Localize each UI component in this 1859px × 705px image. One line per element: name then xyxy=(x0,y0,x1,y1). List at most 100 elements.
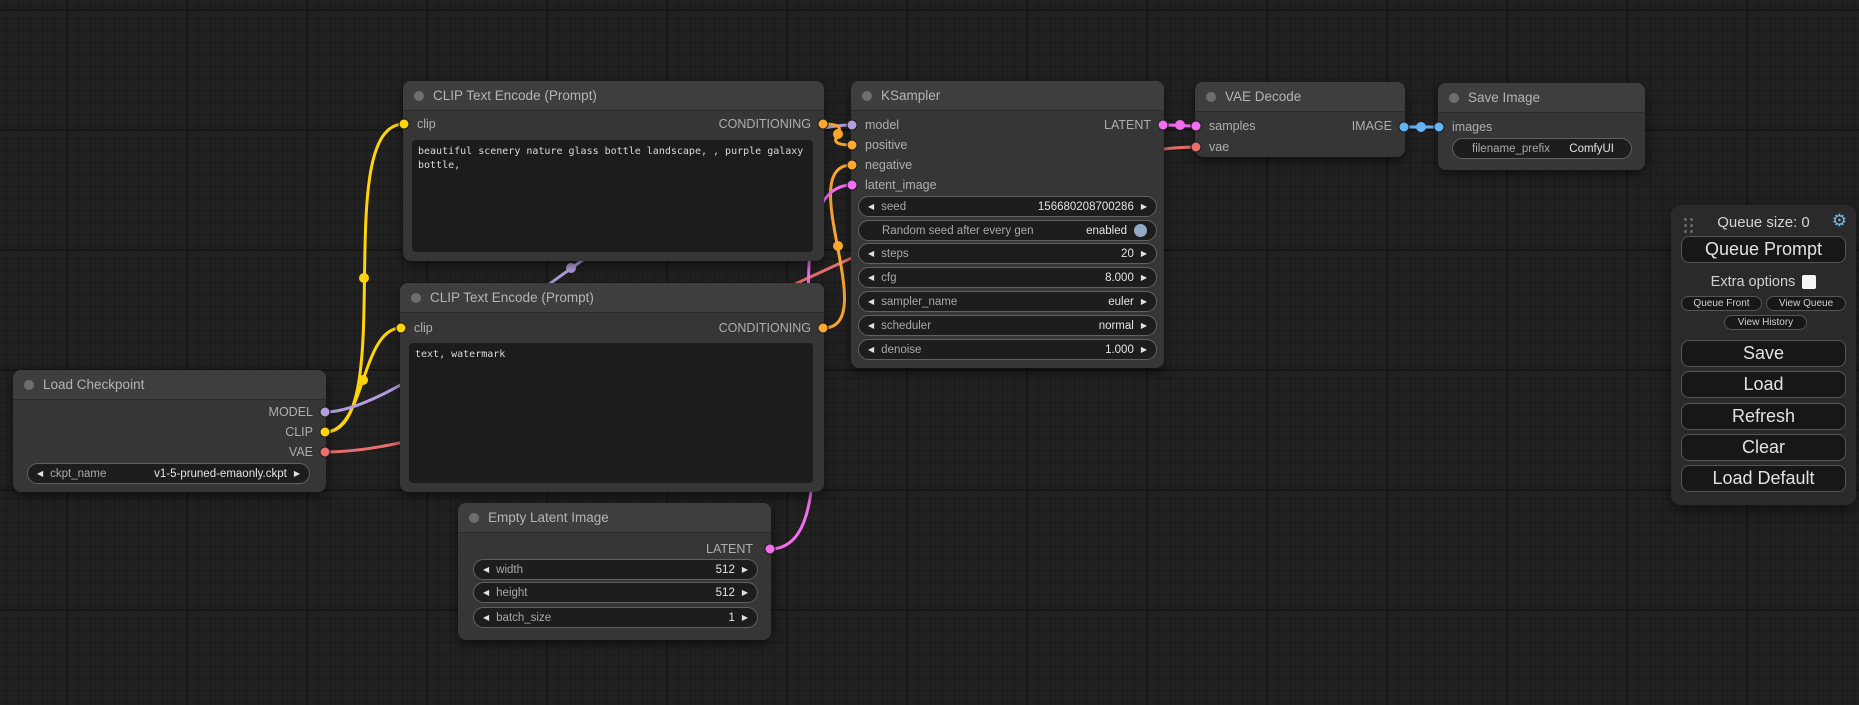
settings-gear-icon[interactable]: ⚙ xyxy=(1832,211,1847,231)
widget-value: enabled xyxy=(1086,225,1127,237)
output-slot-latent: LATENT xyxy=(458,539,753,559)
widget-label: seed xyxy=(881,201,906,213)
link-midpoint-dot xyxy=(1416,122,1426,132)
toggle-knob-icon[interactable] xyxy=(1134,224,1147,237)
widget-label: steps xyxy=(881,248,909,260)
node-save-image[interactable]: Save Image images filename_prefix ComfyU… xyxy=(1438,83,1645,170)
node-title: CLIP Text Encode (Prompt) xyxy=(430,290,594,305)
node-title-bar[interactable]: CLIP Text Encode (Prompt) xyxy=(400,283,824,313)
slot-label: LATENT xyxy=(1104,118,1151,132)
refresh-button[interactable]: Refresh xyxy=(1681,403,1846,430)
increment-arrow-icon[interactable]: ▶ xyxy=(742,566,748,574)
widget-value: v1-5-pruned-emaonly.ckpt xyxy=(154,468,287,480)
decrement-arrow-icon[interactable]: ◀ xyxy=(483,589,489,597)
scheduler-widget[interactable]: ◀ scheduler normal ▶ xyxy=(858,315,1157,336)
batch-size-widget[interactable]: ◀ batch_size 1 ▶ xyxy=(473,607,758,628)
output-slot-conditioning: CONDITIONING xyxy=(403,114,811,134)
slot-label: CONDITIONING xyxy=(719,321,811,335)
increment-arrow-icon[interactable]: ▶ xyxy=(1141,322,1147,330)
queue-menu-panel: Queue size: 0 ⚙ Queue Prompt Extra optio… xyxy=(1671,205,1856,505)
widget-value: 512 xyxy=(716,564,735,576)
view-history-button[interactable]: View History xyxy=(1724,315,1807,330)
widget-value: 1 xyxy=(728,612,734,624)
widget-value: 20 xyxy=(1121,248,1134,260)
node-title-bar[interactable]: VAE Decode xyxy=(1195,82,1405,112)
increment-arrow-icon[interactable]: ▶ xyxy=(742,589,748,597)
decrement-arrow-icon[interactable]: ◀ xyxy=(868,322,874,330)
increment-arrow-icon[interactable]: ▶ xyxy=(1141,250,1147,258)
widget-label: scheduler xyxy=(881,320,931,332)
node-title-bar[interactable]: Save Image xyxy=(1438,83,1645,113)
sampler-name-widget[interactable]: ◀ sampler_name euler ▶ xyxy=(858,291,1157,312)
height-widget[interactable]: ◀ height 512 ▶ xyxy=(473,582,758,603)
widget-value: 8.000 xyxy=(1105,272,1134,284)
view-queue-button[interactable]: View Queue xyxy=(1766,296,1846,311)
slot-label: LATENT xyxy=(706,542,753,556)
positive-prompt-textarea[interactable]: beautiful scenery nature glass bottle la… xyxy=(412,140,813,252)
input-slot-positive: positive xyxy=(865,135,907,155)
collapse-dot-icon[interactable] xyxy=(1206,92,1216,102)
random-seed-toggle-widget[interactable]: Random seed after every gen enabled xyxy=(858,220,1157,241)
decrement-arrow-icon[interactable]: ◀ xyxy=(483,566,489,574)
node-title: CLIP Text Encode (Prompt) xyxy=(433,88,597,103)
negative-prompt-textarea[interactable]: text, watermark xyxy=(409,343,813,483)
load-default-button[interactable]: Load Default xyxy=(1681,465,1846,492)
decrement-arrow-icon[interactable]: ◀ xyxy=(483,614,489,622)
clear-button[interactable]: Clear xyxy=(1681,434,1846,461)
decrement-arrow-icon[interactable]: ◀ xyxy=(868,203,874,211)
node-title: Load Checkpoint xyxy=(43,377,144,392)
queue-prompt-button[interactable]: Queue Prompt xyxy=(1681,236,1846,263)
node-title-bar[interactable]: CLIP Text Encode (Prompt) xyxy=(403,81,824,111)
collapse-dot-icon[interactable] xyxy=(469,513,479,523)
increment-arrow-icon[interactable]: ▶ xyxy=(294,470,300,478)
collapse-dot-icon[interactable] xyxy=(1449,93,1459,103)
node-empty-latent-image[interactable]: Empty Latent Image LATENT ◀ width 512 ▶ … xyxy=(458,503,771,640)
widget-value: 156680208700286 xyxy=(1038,201,1134,213)
decrement-arrow-icon[interactable]: ◀ xyxy=(868,250,874,258)
slot-label: vae xyxy=(1209,140,1229,154)
widget-label: sampler_name xyxy=(881,296,957,308)
denoise-widget[interactable]: ◀ denoise 1.000 ▶ xyxy=(858,339,1157,360)
node-vae-decode[interactable]: VAE Decode samples IMAGE vae xyxy=(1195,82,1405,157)
node-graph-canvas[interactable]: { "colors": { "model": "#b39ddb", "clip"… xyxy=(0,0,1859,705)
increment-arrow-icon[interactable]: ▶ xyxy=(1141,298,1147,306)
decrement-arrow-icon[interactable]: ◀ xyxy=(37,470,43,478)
increment-arrow-icon[interactable]: ▶ xyxy=(1141,274,1147,282)
node-ksampler[interactable]: KSampler model LATENT positive negative … xyxy=(851,81,1164,368)
width-widget[interactable]: ◀ width 512 ▶ xyxy=(473,559,758,580)
slot-label: latent_image xyxy=(865,178,937,192)
ckpt-name-widget[interactable]: ◀ ckpt_name v1-5-pruned-emaonly.ckpt ▶ xyxy=(27,463,310,484)
decrement-arrow-icon[interactable]: ◀ xyxy=(868,298,874,306)
widget-label: denoise xyxy=(881,344,921,356)
collapse-dot-icon[interactable] xyxy=(24,380,34,390)
collapse-dot-icon[interactable] xyxy=(414,91,424,101)
queue-front-button[interactable]: Queue Front xyxy=(1681,296,1762,311)
increment-arrow-icon[interactable]: ▶ xyxy=(1141,203,1147,211)
increment-arrow-icon[interactable]: ▶ xyxy=(1141,346,1147,354)
input-slot-latent-image: latent_image xyxy=(865,175,937,195)
node-load-checkpoint[interactable]: Load Checkpoint MODEL CLIP VAE ◀ ckpt_na… xyxy=(13,370,326,492)
cfg-widget[interactable]: ◀ cfg 8.000 ▶ xyxy=(858,267,1157,288)
seed-widget[interactable]: ◀ seed 156680208700286 ▶ xyxy=(858,196,1157,217)
save-button[interactable]: Save xyxy=(1681,340,1846,367)
node-title-bar[interactable]: Load Checkpoint xyxy=(13,370,326,400)
slot-label: images xyxy=(1452,120,1492,134)
link-midpoint-dot xyxy=(1175,120,1185,130)
decrement-arrow-icon[interactable]: ◀ xyxy=(868,346,874,354)
node-clip-text-encode-positive[interactable]: CLIP Text Encode (Prompt) clip CONDITION… xyxy=(403,81,824,261)
filename-prefix-widget[interactable]: filename_prefix ComfyUI xyxy=(1452,138,1632,159)
collapse-dot-icon[interactable] xyxy=(411,293,421,303)
link-clip-to-positive-prompt xyxy=(325,124,404,432)
extra-options-checkbox[interactable] xyxy=(1802,275,1816,289)
steps-widget[interactable]: ◀ steps 20 ▶ xyxy=(858,243,1157,264)
node-title-bar[interactable]: Empty Latent Image xyxy=(458,503,771,533)
collapse-dot-icon[interactable] xyxy=(862,91,872,101)
node-title: VAE Decode xyxy=(1225,89,1301,104)
node-title: Save Image xyxy=(1468,90,1540,105)
node-clip-text-encode-negative[interactable]: CLIP Text Encode (Prompt) clip CONDITION… xyxy=(400,283,824,492)
slot-label: negative xyxy=(865,158,912,172)
node-title-bar[interactable]: KSampler xyxy=(851,81,1164,111)
increment-arrow-icon[interactable]: ▶ xyxy=(742,614,748,622)
decrement-arrow-icon[interactable]: ◀ xyxy=(868,274,874,282)
load-button[interactable]: Load xyxy=(1681,371,1846,398)
